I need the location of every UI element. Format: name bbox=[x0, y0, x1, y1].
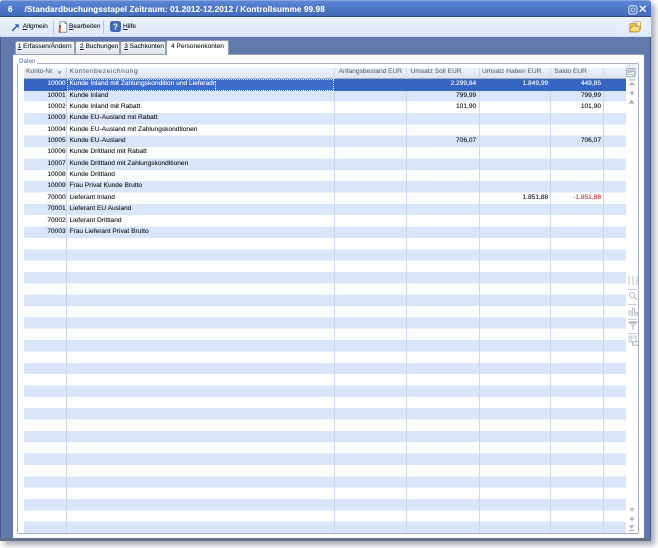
svg-text:?: ? bbox=[112, 22, 117, 32]
